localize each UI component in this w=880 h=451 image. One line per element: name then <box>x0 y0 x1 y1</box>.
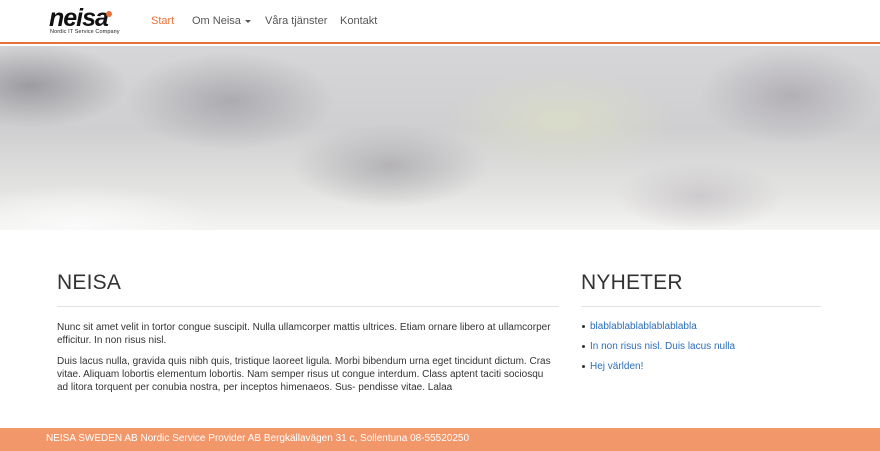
logo-tagline: Nordic IT Service Company <box>50 29 120 35</box>
news-list-item: blablablablablablablabla <box>582 320 825 340</box>
nav-item-start[interactable]: Start <box>151 15 174 28</box>
nav-item-vara-tjanster[interactable]: Våra tjänster <box>265 15 327 28</box>
neisa-logo[interactable]: neisa Nordic IT Service Company <box>49 4 127 37</box>
news-link-2[interactable]: In non risus nisl. Duis lacus nulla <box>590 341 735 352</box>
news-list-item: In non risus nisl. Duis lacus nulla <box>582 340 825 360</box>
footer-text: NEISA SWEDEN AB Nordic Service Provider … <box>46 433 470 444</box>
page-footer: NEISA SWEDEN AB Nordic Service Provider … <box>0 428 880 451</box>
news-list: blablablablablablablabla In non risus ni… <box>582 320 825 380</box>
caret-down-icon <box>244 19 251 23</box>
top-navbar: neisa Nordic IT Service Company Start Om… <box>0 0 880 44</box>
news-link-1[interactable]: blablablablablablablabla <box>590 321 697 332</box>
logo-wordmark: neisa <box>49 4 109 32</box>
news-link-3[interactable]: Hej världen! <box>590 361 643 372</box>
main-paragraph-2: Duis lacus nulla, gravida quis nibh quis… <box>57 356 551 393</box>
news-heading: NYHETER <box>581 271 683 294</box>
main-heading-divider <box>57 306 559 307</box>
nav-item-om-neisa[interactable]: Om Neisa <box>192 15 251 28</box>
news-heading-divider <box>581 306 821 307</box>
logo-dot-icon <box>106 11 112 17</box>
main-heading: NEISA <box>57 271 122 294</box>
main-paragraph-1: Nunc sit amet velit in tortor congue sus… <box>57 322 551 346</box>
hero-banner-image <box>0 46 880 230</box>
news-list-item: Hej världen! <box>582 360 825 380</box>
nav-item-om-neisa-label: Om Neisa <box>192 15 241 27</box>
nav-item-kontakt[interactable]: Kontakt <box>340 15 377 28</box>
